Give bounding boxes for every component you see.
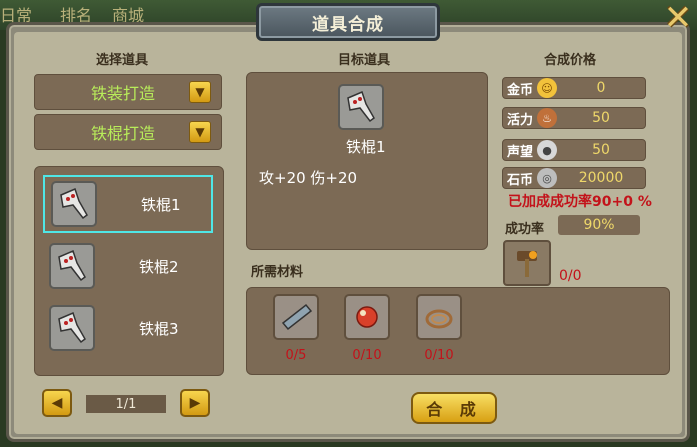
medal-icon: ●: [537, 140, 557, 160]
gold-coin-icon: ☺: [537, 78, 557, 98]
luck-stone-count: 0/0: [559, 268, 582, 284]
mace-icon: [338, 84, 384, 130]
success-rate-label: 成功率: [505, 222, 545, 237]
price-row-prestige: 声望 ● 50: [502, 139, 646, 161]
luck-stone-slot[interactable]: [503, 240, 551, 286]
close-button[interactable]: ✕: [660, 0, 696, 38]
price-row-label: 金币: [506, 82, 533, 98]
chevron-down-icon: ▼: [189, 121, 211, 143]
close-icon: ✕: [663, 0, 693, 38]
price-row-label: 石币: [506, 172, 533, 188]
price-row-label: 活力: [506, 112, 533, 128]
mace-icon: [49, 305, 95, 351]
material-slot[interactable]: [273, 294, 319, 340]
price-row-label: 声望: [506, 144, 533, 160]
select-label: 选择道具: [96, 53, 149, 68]
price-row-value: 50: [592, 142, 610, 158]
arrow-right-icon: ▶: [189, 395, 201, 411]
mace-icon: [51, 181, 97, 227]
subcategory-value: 铁棍打造: [90, 124, 155, 143]
list-item[interactable]: 铁棍2: [43, 237, 213, 295]
prev-page-button[interactable]: ◀: [42, 389, 72, 417]
success-bonus-text: 已加成成功率90+0 %: [508, 194, 652, 210]
material-slot[interactable]: [344, 294, 390, 340]
price-row-gold: 金币 ☺ 0: [502, 77, 646, 99]
item-name: 铁棍1: [141, 195, 181, 214]
material-count: 0/5: [285, 348, 307, 363]
target-item-name: 铁棍1: [346, 138, 386, 156]
category-value: 铁装打造: [90, 84, 155, 103]
hammer-icon: [517, 251, 537, 277]
page-indicator: 1/1: [86, 395, 166, 413]
stone-coin-icon: ◎: [537, 168, 557, 188]
red-gem-icon: [356, 306, 378, 328]
target-label: 目标道具: [338, 53, 391, 68]
price-row-value: 0: [596, 80, 606, 96]
dialog-title: 道具合成: [256, 3, 440, 41]
price-row-value: 20000: [578, 170, 624, 186]
price-row-stone: 石币 ◎ 20000: [502, 167, 646, 189]
next-page-button[interactable]: ▶: [180, 389, 210, 417]
subcategory-dropdown[interactable]: 铁棍打造 ▼: [34, 114, 222, 150]
chevron-down-icon: ▼: [189, 81, 211, 103]
meat-icon: ♨: [537, 108, 557, 128]
rope-icon: [425, 309, 453, 329]
material-count: 0/10: [424, 348, 454, 363]
price-label: 合成价格: [544, 53, 597, 68]
item-name: 铁棍2: [139, 257, 179, 276]
mace-icon: [49, 243, 95, 289]
material-slot[interactable]: [416, 294, 462, 340]
target-item-stats: 攻+20 伤+20: [259, 169, 358, 187]
iron-bar-icon: [281, 303, 313, 331]
category-dropdown[interactable]: 铁装打造 ▼: [34, 74, 222, 110]
success-rate-value: 90%: [558, 215, 640, 235]
item-name: 铁棍3: [139, 319, 179, 338]
compose-button[interactable]: 合 成: [411, 392, 497, 424]
list-item[interactable]: 铁棍3: [43, 299, 213, 357]
price-row-value: 50: [592, 110, 610, 126]
price-row-vitality: 活力 ♨ 50: [502, 107, 646, 129]
item-list: 铁棍1 铁棍2 铁棍3: [34, 166, 224, 376]
material-count: 0/10: [352, 348, 382, 363]
materials-label: 所需材料: [251, 265, 304, 280]
list-item[interactable]: 铁棍1: [43, 175, 213, 233]
arrow-left-icon: ◀: [51, 395, 63, 411]
